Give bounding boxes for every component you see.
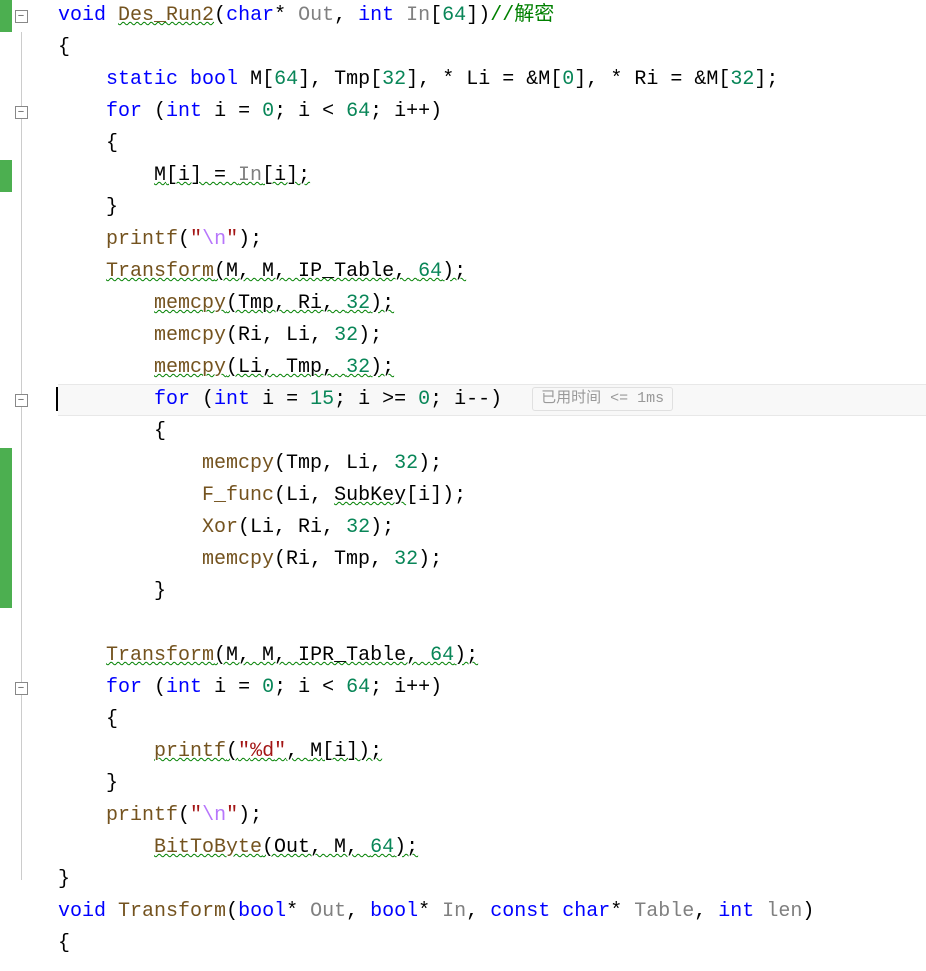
code-line[interactable]: memcpy(Ri, Tmp, 32); xyxy=(58,544,926,576)
fold-strip: − − − − xyxy=(12,0,30,960)
code-line[interactable]: void Transform(bool* Out, bool* In, cons… xyxy=(58,896,926,928)
code-line[interactable]: void Des_Run2(char* Out, int In[64])//解密 xyxy=(58,0,926,32)
code-line[interactable]: memcpy(Li, Tmp, 32); xyxy=(58,352,926,384)
code-line[interactable]: { xyxy=(58,928,926,960)
code-line[interactable]: printf("\n"); xyxy=(58,800,926,832)
code-line[interactable]: static bool M[64], Tmp[32], * Li = &M[0]… xyxy=(58,64,926,96)
modification-indicator-strip xyxy=(0,0,12,960)
code-line[interactable]: memcpy(Tmp, Li, 32); xyxy=(58,448,926,480)
code-line[interactable]: Transform(M, M, IPR_Table, 64); xyxy=(58,640,926,672)
code-line[interactable]: BitToByte(Out, M, 64); xyxy=(58,832,926,864)
code-line[interactable]: } xyxy=(58,192,926,224)
code-line[interactable]: F_func(Li, SubKey[i]); xyxy=(58,480,926,512)
code-line[interactable]: M[i] = In[i]; xyxy=(58,160,926,192)
code-line[interactable]: { xyxy=(58,704,926,736)
code-line-current[interactable]: for (int i = 15; i >= 0; i--)已用时间 <= 1ms xyxy=(58,384,926,416)
code-line[interactable]: for (int i = 0; i < 64; i++) xyxy=(58,96,926,128)
code-line[interactable]: { xyxy=(58,32,926,64)
code-line[interactable]: Xor(Li, Ri, 32); xyxy=(58,512,926,544)
fold-toggle-icon[interactable]: − xyxy=(15,10,28,23)
code-line[interactable]: printf("%d", M[i]); xyxy=(58,736,926,768)
code-line[interactable]: memcpy(Ri, Li, 32); xyxy=(58,320,926,352)
code-line[interactable]: memcpy(Tmp, Ri, 32); xyxy=(58,288,926,320)
code-editor[interactable]: − − − − xyxy=(0,0,926,960)
code-line[interactable]: } xyxy=(58,576,926,608)
code-line[interactable]: { xyxy=(58,416,926,448)
code-line[interactable]: Transform(M, M, IP_Table, 64); xyxy=(58,256,926,288)
code-text-area[interactable]: void Des_Run2(char* Out, int In[64])//解密… xyxy=(58,0,926,960)
fold-toggle-icon[interactable]: − xyxy=(15,394,28,407)
code-line[interactable]: } xyxy=(58,768,926,800)
perf-hint-badge[interactable]: 已用时间 <= 1ms xyxy=(532,387,673,411)
fold-toggle-icon[interactable]: − xyxy=(15,682,28,695)
code-line[interactable]: } xyxy=(58,864,926,896)
gutter: − − − − xyxy=(0,0,58,960)
code-line[interactable]: for (int i = 0; i < 64; i++) xyxy=(58,672,926,704)
text-cursor xyxy=(56,387,58,411)
code-line[interactable]: printf("\n"); xyxy=(58,224,926,256)
code-line[interactable] xyxy=(58,608,926,640)
fold-toggle-icon[interactable]: − xyxy=(15,106,28,119)
code-line[interactable]: { xyxy=(58,128,926,160)
